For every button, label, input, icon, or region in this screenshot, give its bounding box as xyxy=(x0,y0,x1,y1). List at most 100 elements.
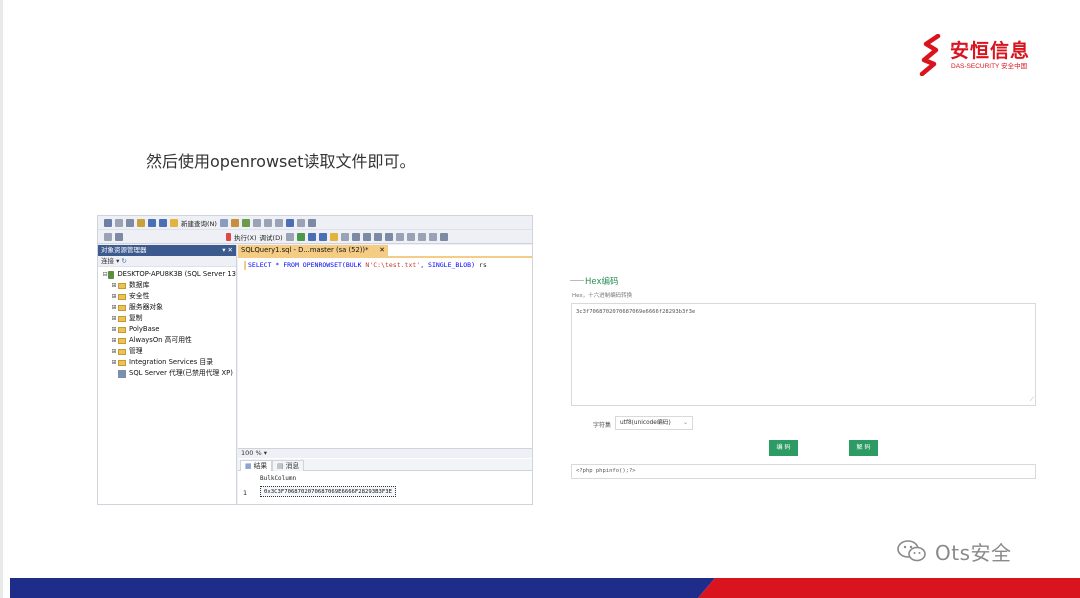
results-grid: BulkColumn 1 0x3C3F7068702070687069E6666… xyxy=(238,472,532,504)
expand-icon[interactable]: ⊞ xyxy=(110,280,118,291)
object-explorer-title: 对象资源管理器 xyxy=(101,246,147,254)
result-cell[interactable]: 0x3C3F7068702070687069E6666F28293B3F3E xyxy=(260,486,396,497)
expand-icon[interactable]: ⊞ xyxy=(110,346,118,357)
tree-item[interactable]: ⊟ DESKTOP-APU8K3B (SQL Server 13 xyxy=(98,269,236,280)
chevron-down-icon[interactable]: ▾ xyxy=(264,449,267,457)
cancel-query-icon[interactable] xyxy=(285,233,294,241)
brand-tagline: DAS-SECURITY 安全中国 xyxy=(951,63,1028,70)
back-icon[interactable] xyxy=(104,219,112,227)
paste-icon[interactable] xyxy=(274,219,283,227)
intellisense-icon[interactable] xyxy=(329,233,338,241)
new-query-button[interactable]: 新建查询(N) xyxy=(181,218,217,228)
parse-icon[interactable] xyxy=(296,233,305,241)
charset-label: 字符集 xyxy=(593,422,612,429)
hex-input-value: 3c3f7068702070687069e6666f28293b3f3e xyxy=(576,309,696,315)
tree-item[interactable]: ⊞ 服务器对象 xyxy=(98,302,236,313)
cut-icon[interactable] xyxy=(252,219,261,227)
watermark: Ots安全 xyxy=(897,538,1012,565)
folder-icon xyxy=(118,326,126,333)
tree-item[interactable]: ⊞ 安全性 xyxy=(98,291,236,302)
tab-query[interactable]: SQLQuery1.sql - D...master (sa (52))* ✕ xyxy=(238,245,388,256)
hex-tool-description: Hex，十六进制编码转换 xyxy=(572,293,633,299)
sql-string: N'C:\test.txt' xyxy=(365,261,421,269)
forward-icon[interactable] xyxy=(115,219,123,227)
tree-item[interactable]: ⊞ Integration Services 目录 xyxy=(98,357,236,368)
row-number: 1 xyxy=(243,489,248,497)
tab-messages-label: 消息 xyxy=(285,462,300,470)
expand-icon[interactable]: ⊞ xyxy=(110,324,118,335)
new-query-icon[interactable] xyxy=(170,219,178,227)
decode-button[interactable]: 解 码 xyxy=(849,440,878,456)
redo-icon[interactable] xyxy=(296,219,305,227)
copy-icon[interactable] xyxy=(263,219,272,227)
uncomment-icon[interactable] xyxy=(406,233,415,241)
zoom-select[interactable]: 100 % xyxy=(241,449,262,457)
actual-plan-icon[interactable] xyxy=(340,233,349,241)
tree-item-label: AlwaysOn 高可用性 xyxy=(129,336,192,344)
open-file-icon[interactable] xyxy=(137,219,145,227)
db-engine-query-icon[interactable] xyxy=(219,219,228,227)
ssms-toolbar-sql: master ▾ 执行(X) 调试(D) xyxy=(98,230,532,256)
change-connection-icon[interactable] xyxy=(115,233,123,241)
results-text-icon[interactable] xyxy=(362,233,371,241)
decrease-indent-icon[interactable] xyxy=(417,233,426,241)
specify-values-icon[interactable] xyxy=(439,233,448,241)
display-plan-icon[interactable] xyxy=(307,233,316,241)
tab-results[interactable]: ▦ 结果 xyxy=(240,460,273,471)
encode-button[interactable]: 编 码 xyxy=(769,440,798,456)
close-icon[interactable]: ✕ xyxy=(379,245,385,256)
save-all-icon[interactable] xyxy=(159,219,167,227)
analysis-query-icon[interactable] xyxy=(230,219,239,227)
expand-icon[interactable]: ⊞ xyxy=(110,291,118,302)
tree-item-label: SQL Server 代理(已禁用代理 XP) xyxy=(129,369,233,377)
tree-item[interactable]: SQL Server 代理(已禁用代理 XP) xyxy=(98,368,236,379)
sql-keywords: SELECT * FROM OPENROWSET(BULK xyxy=(248,261,366,269)
footer-red-band xyxy=(698,578,1080,598)
tree-item[interactable]: ⊞ 管理 xyxy=(98,346,236,357)
debug-button[interactable]: 调试(D) xyxy=(260,232,283,242)
panel-pin-close-icon[interactable]: ▾ ✕ xyxy=(222,245,233,256)
expand-icon[interactable]: ⊞ xyxy=(110,313,118,324)
solution-icon[interactable] xyxy=(307,219,316,227)
charset-select-value: utf8(unicode编码) xyxy=(620,420,671,426)
folder-icon xyxy=(118,359,126,366)
grid-icon: ▦ xyxy=(245,462,254,470)
expand-icon[interactable]: ⊞ xyxy=(110,335,118,346)
object-explorer-tree: ⊟ DESKTOP-APU8K3B (SQL Server 13 ⊞ 数据库 ⊞ 安全性 ⊞… xyxy=(98,267,236,379)
client-stats-icon[interactable] xyxy=(351,233,360,241)
title-divider xyxy=(570,280,584,281)
execute-icon[interactable] xyxy=(226,233,231,241)
slide-headline: 然后使用openrowset读取文件即可。 xyxy=(146,152,416,171)
charset-select[interactable]: utf8(unicode编码) ⌄ xyxy=(615,416,693,430)
increase-indent-icon[interactable] xyxy=(428,233,437,241)
tree-item[interactable]: ⊞ 复制 xyxy=(98,313,236,324)
ssms-toolbar-main: 新建查询(N) xyxy=(98,216,532,230)
comment-icon[interactable] xyxy=(395,233,404,241)
sql-code-line[interactable]: SELECT * FROM OPENROWSET(BULK N'C:\test.… xyxy=(248,261,487,269)
folder-icon xyxy=(118,304,126,311)
execute-button[interactable]: 执行(X) xyxy=(234,232,257,242)
expand-icon[interactable]: ⊞ xyxy=(110,357,118,368)
results-file-icon[interactable] xyxy=(384,233,393,241)
connect-icon[interactable] xyxy=(104,233,112,241)
hex-input-textarea[interactable]: 3c3f7068702070687069e6666f28293b3f3e ⟋ xyxy=(571,303,1036,406)
new-project-icon[interactable] xyxy=(126,219,134,227)
tree-item[interactable]: ⊞ PolyBase xyxy=(98,324,236,335)
tab-messages[interactable]: ▤ 消息 xyxy=(272,460,305,471)
tree-item[interactable]: ⊞ AlwaysOn 高可用性 xyxy=(98,335,236,346)
hex-output-field[interactable]: <?php phpinfo();?> xyxy=(571,464,1036,479)
query-designer-icon[interactable] xyxy=(318,233,327,241)
resize-grip-icon[interactable]: ⟋ xyxy=(1030,396,1034,404)
footer-navy-band xyxy=(10,578,715,598)
results-grid-icon[interactable] xyxy=(373,233,382,241)
expand-icon[interactable]: ⊞ xyxy=(110,302,118,313)
tree-item[interactable]: ⊞ 数据库 xyxy=(98,280,236,291)
connect-dropdown[interactable]: 连接 ▾ xyxy=(101,257,119,265)
tree-item-label: 管理 xyxy=(129,347,143,355)
tree-item-label: Integration Services 目录 xyxy=(129,358,214,366)
dmx-query-icon[interactable] xyxy=(241,219,250,227)
save-icon[interactable] xyxy=(148,219,156,227)
wechat-icon xyxy=(897,540,926,562)
refresh-icon[interactable]: ↻ xyxy=(121,257,126,265)
undo-icon[interactable] xyxy=(285,219,294,227)
